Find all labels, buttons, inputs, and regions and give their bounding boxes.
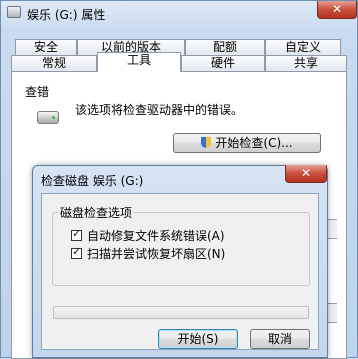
options-group-title: 磁盘检查选项 (58, 204, 135, 221)
check-disk-dialog: 检查磁盘 娱乐 (G:) ✕ 自动修复文件系统错误(A) 扫描并尝试恢复坏扇区(… (32, 165, 328, 358)
tab-security[interactable]: 安全 (15, 39, 77, 55)
close-button[interactable]: ✕ (317, 1, 357, 19)
dialog-body: 自动修复文件系统错误(A) 扫描并尝试恢复坏扇区(N) 磁盘检查选项 开始(S)… (41, 193, 319, 350)
disk-check-options-group: 自动修复文件系统错误(A) 扫描并尝试恢复坏扇区(N) (52, 212, 310, 286)
error-check-description: 该选项将检查驱动器中的错误。 (75, 103, 244, 117)
tab-general[interactable]: 常规 (11, 55, 97, 71)
tab-tools[interactable]: 工具 (97, 52, 181, 72)
error-check-group-label: 查错 (25, 85, 50, 99)
window-title: 娱乐 (G:) 属性 (27, 8, 106, 22)
checkbox-auto-fix[interactable] (71, 228, 82, 241)
dialog-close-button[interactable]: ✕ (285, 165, 327, 183)
progress-bar (53, 306, 309, 319)
start-button[interactable]: 开始(S) (158, 329, 238, 349)
tab-customize[interactable]: 自定义 (265, 39, 341, 55)
check-now-button[interactable]: 开始检查(C)... (173, 133, 321, 153)
option-auto-fix-label: 自动修复文件系统错误(A) (87, 229, 225, 243)
checkbox-scan-sectors[interactable] (71, 246, 82, 259)
tab-quota[interactable]: 配额 (185, 39, 265, 55)
option-scan-sectors-label: 扫描并尝试恢复坏扇区(N) (87, 247, 226, 261)
option-scan-sectors[interactable]: 扫描并尝试恢复坏扇区(N) (71, 245, 225, 262)
option-auto-fix[interactable]: 自动修复文件系统错误(A) (71, 227, 225, 244)
uac-shield-icon (201, 137, 212, 148)
tab-hardware[interactable]: 硬件 (181, 55, 265, 71)
cancel-button[interactable]: 取消 (250, 329, 310, 349)
tab-sharing[interactable]: 共享 (265, 55, 347, 71)
drive-icon (37, 111, 59, 124)
dialog-title: 检查磁盘 娱乐 (G:) (41, 174, 144, 188)
drive-title-icon (7, 6, 21, 18)
check-now-label: 开始检查(C)... (215, 136, 293, 150)
